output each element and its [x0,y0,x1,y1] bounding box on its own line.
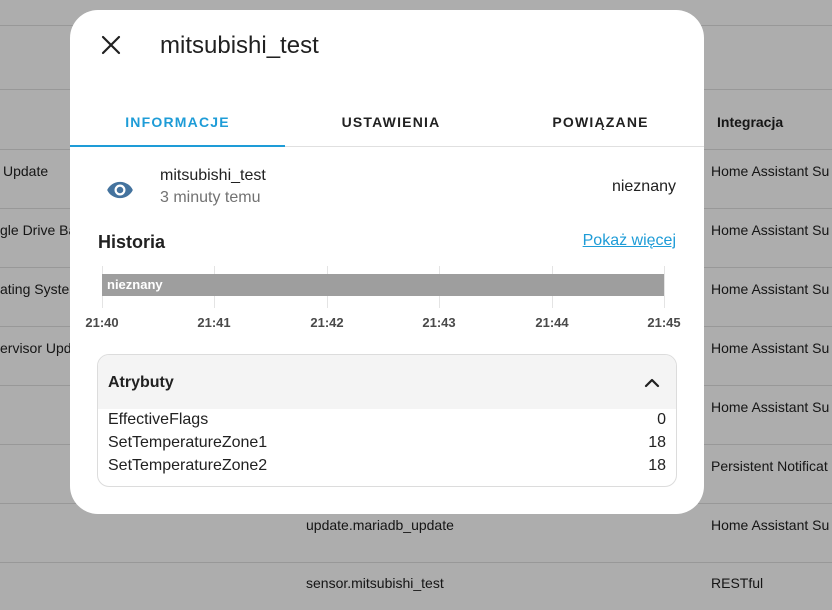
attribute-value: 18 [648,434,666,451]
attribute-value: 0 [657,411,666,428]
history-timeline-chart: nieznany 21:40 21:41 21:42 21:43 21:44 21:45 [85,266,681,338]
chevron-up-icon [644,378,660,388]
eye-icon [107,181,133,199]
timeline-bar-label: nieznany [107,277,163,292]
attribute-value: 18 [648,457,666,474]
attribute-key: EffectiveFlags [108,411,209,428]
active-tab-indicator [70,145,285,147]
timeline-tick-label: 21:42 [310,315,344,330]
timeline-tick-label: 21:43 [422,315,456,330]
attributes-title: Atrybuty [108,374,174,391]
timeline-tick-label: 21:45 [647,315,681,330]
attribute-row: SetTemperatureZone2 18 [108,457,666,479]
attributes-panel: Atrybuty EffectiveFlags 0 SetTemperature… [97,354,677,487]
attribute-row: EffectiveFlags 0 [108,411,666,433]
history-title: Historia [98,232,166,252]
timeline-tick-label: 21:40 [85,315,119,330]
dialog-tabs: INFORMACJE USTAWIENIA POWIĄZANE [70,98,704,147]
attribute-key: SetTemperatureZone2 [108,457,268,474]
show-more-link[interactable]: Pokaż więcej [583,232,676,250]
attributes-header[interactable]: Atrybuty [98,355,676,409]
timeline-tick-label: 21:41 [197,315,231,330]
entity-name: mitsubishi_test [160,167,266,184]
entity-more-info-dialog: mitsubishi_test INFORMACJE USTAWIENIA PO… [70,10,704,514]
timeline-bar-nieznany[interactable]: nieznany [102,274,664,296]
close-button[interactable] [94,28,128,62]
dialog-title: mitsubishi_test [160,32,319,59]
tab-powiazane[interactable]: POWIĄZANE [497,98,704,146]
timeline-gridline [664,266,665,308]
attribute-key: SetTemperatureZone1 [108,434,268,451]
entity-state-value: nieznany [611,178,676,195]
tab-informacje[interactable]: INFORMACJE [70,98,285,146]
entity-last-changed: 3 minuty temu [160,189,261,206]
entity-state-row: mitsubishi_test 3 minuty temu nieznany [70,160,704,220]
attribute-row: SetTemperatureZone1 18 [108,434,666,456]
close-icon [101,35,121,55]
timeline-tick-label: 21:44 [535,315,569,330]
tab-ustawienia[interactable]: USTAWIENIA [285,98,497,146]
